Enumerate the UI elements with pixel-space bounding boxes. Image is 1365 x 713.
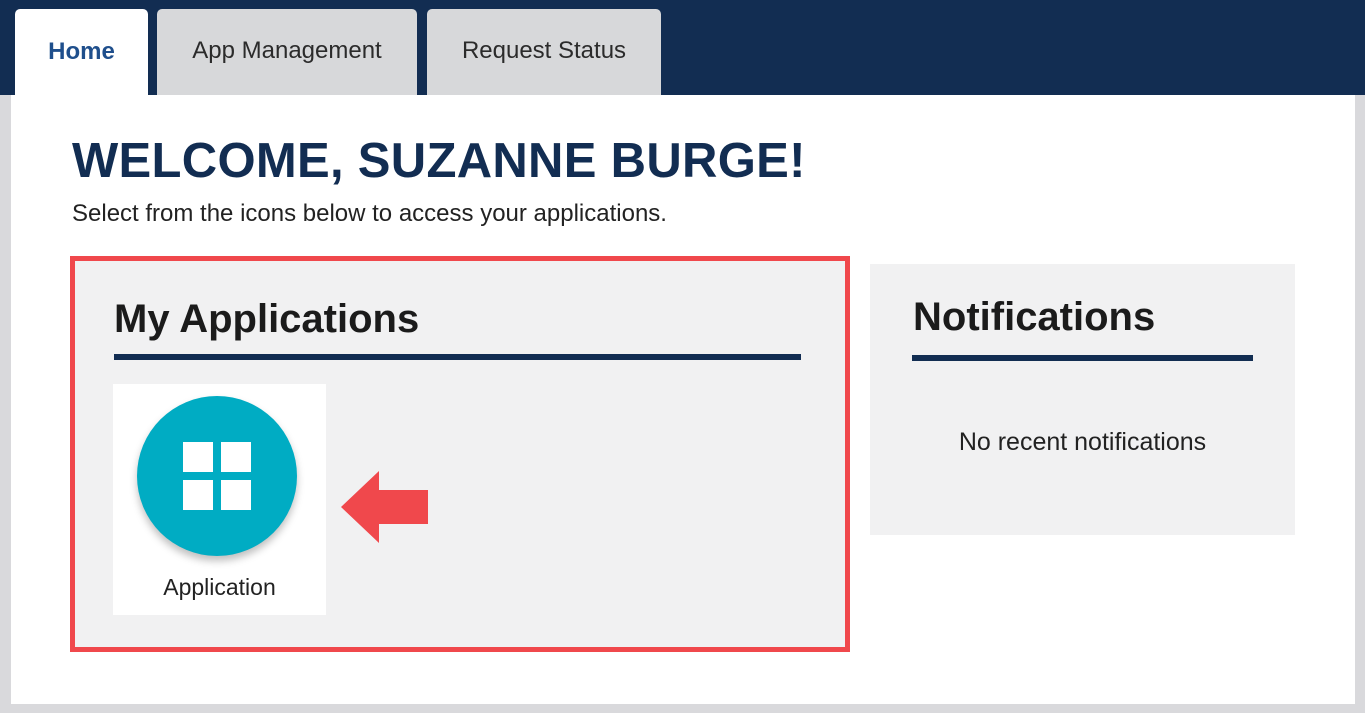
- notifications-panel: Notifications No recent notifications: [870, 264, 1295, 535]
- my-applications-panel: My Applications Application: [70, 256, 850, 652]
- top-nav-bar: Home App Management Request Status: [0, 0, 1365, 99]
- grid-icon: [183, 442, 251, 510]
- tab-home[interactable]: Home: [15, 9, 148, 99]
- main-content: WELCOME, SUZANNE BURGE! Select from the …: [11, 95, 1355, 704]
- application-icon-circle[interactable]: [137, 396, 297, 556]
- page-subtitle: Select from the icons below to access yo…: [72, 200, 667, 227]
- notifications-title: Notifications: [913, 295, 1156, 339]
- application-tile[interactable]: Application: [113, 384, 326, 615]
- notifications-empty-message: No recent notifications: [958, 428, 1207, 456]
- my-applications-title: My Applications: [114, 297, 420, 341]
- application-label[interactable]: Application: [113, 574, 326, 601]
- notifications-divider: [912, 355, 1253, 361]
- tab-request-status[interactable]: Request Status: [427, 9, 661, 96]
- my-applications-divider: [114, 354, 801, 360]
- left-arrow-icon: [341, 471, 428, 543]
- tab-app-management[interactable]: App Management: [157, 9, 417, 96]
- page-title: WELCOME, SUZANNE BURGE!: [72, 134, 806, 188]
